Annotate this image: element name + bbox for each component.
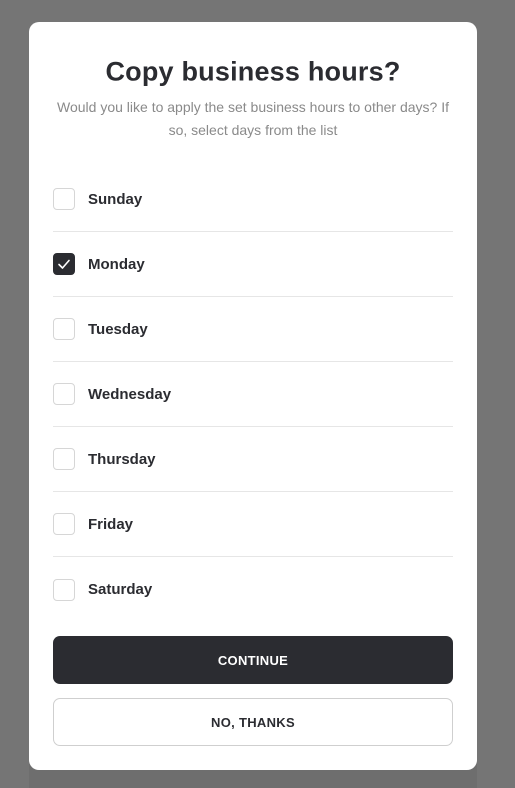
day-checkbox-sunday[interactable] [53, 188, 75, 210]
day-checkbox-wednesday[interactable] [53, 383, 75, 405]
day-label-wednesday: Wednesday [88, 385, 172, 403]
day-row-saturday[interactable]: Saturday [53, 557, 453, 622]
day-label-saturday: Saturday [88, 581, 153, 598]
day-list: Sunday Monday Tuesday Wednesday Thursday [53, 167, 453, 622]
day-label-thursday: Thursday [88, 450, 156, 468]
day-row-wednesday[interactable]: Wednesday [53, 362, 453, 427]
day-checkbox-thursday[interactable] [53, 448, 75, 470]
day-row-monday[interactable]: Monday [53, 232, 453, 297]
no-thanks-button[interactable]: NO, THANKS [53, 698, 453, 746]
day-row-thursday[interactable]: Thursday [53, 427, 453, 492]
day-label-friday: Friday [88, 515, 134, 533]
day-row-friday[interactable]: Friday [53, 492, 453, 557]
day-row-tuesday[interactable]: Tuesday [53, 297, 453, 362]
day-label-monday: Monday [88, 255, 145, 273]
dialog-title: Copy business hours? [105, 56, 401, 87]
checkmark-icon [58, 259, 70, 269]
day-row-sunday[interactable]: Sunday [53, 167, 453, 232]
copy-hours-dialog: Copy business hours? Would you like to a… [29, 22, 477, 770]
day-checkbox-saturday[interactable] [53, 578, 75, 601]
continue-button[interactable]: CONTINUE [53, 636, 453, 684]
dialog-subtitle: Would you like to apply the set business… [57, 99, 449, 138]
day-checkbox-tuesday[interactable] [53, 318, 75, 340]
day-checkbox-friday[interactable] [53, 513, 75, 535]
day-label-tuesday: Tuesday [88, 320, 148, 338]
day-label-sunday: Sunday [88, 190, 143, 208]
day-checkbox-monday[interactable] [53, 253, 75, 275]
